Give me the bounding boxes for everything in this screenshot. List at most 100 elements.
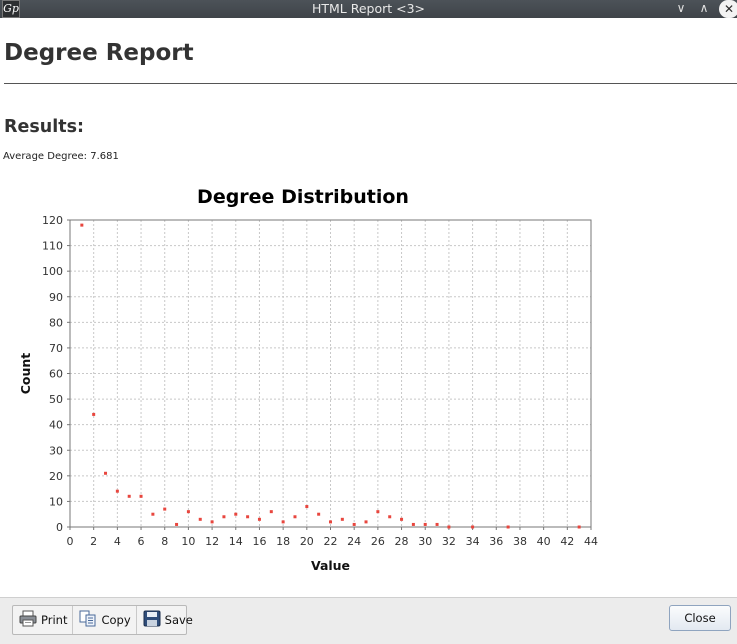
data-point <box>423 522 427 526</box>
data-point <box>269 510 273 514</box>
average-degree-label: Average Degree: <box>3 151 88 162</box>
data-point <box>127 494 131 498</box>
printer-icon <box>19 610 37 630</box>
copy-icon <box>79 610 97 630</box>
x-tick-label: 26 <box>371 535 385 548</box>
floppy-disk-icon <box>143 610 161 630</box>
report-title: Degree Report <box>4 40 194 66</box>
data-point <box>186 510 190 514</box>
print-label: Print <box>41 613 68 627</box>
data-point <box>340 517 344 521</box>
data-point <box>317 512 321 516</box>
data-point <box>198 517 202 521</box>
x-tick-label: 6 <box>138 535 145 548</box>
x-tick-label: 4 <box>114 535 121 548</box>
average-degree-value: 7.681 <box>90 151 119 162</box>
data-point <box>281 520 285 524</box>
x-tick-label: 38 <box>513 535 527 548</box>
y-tick-label: 40 <box>49 419 63 432</box>
data-point <box>115 489 119 493</box>
x-tick-label: 10 <box>181 535 195 548</box>
x-tick-label: 34 <box>466 535 480 548</box>
maximize-button[interactable]: ∧ <box>695 0 713 18</box>
x-tick-label: 22 <box>324 535 338 548</box>
chart-svg: Degree Distribution0 2 4 6 8 10 12 14 16 18 20 22 24… <box>18 186 598 573</box>
window-titlebar: Gp HTML Report <3> ∨ ∧ ✕ <box>0 0 737 18</box>
y-tick-label: 60 <box>49 368 63 381</box>
data-point <box>257 517 261 521</box>
data-point <box>329 520 332 524</box>
y-tick-label: 70 <box>49 342 63 355</box>
x-tick-label: 16 <box>252 535 266 548</box>
x-tick-label: 20 <box>300 535 314 548</box>
x-tick-label: 30 <box>418 535 432 548</box>
x-tick-label: 40 <box>537 535 551 548</box>
data-point <box>151 512 155 516</box>
x-tick-label: 0 <box>67 535 74 548</box>
x-tick-label: 32 <box>442 535 456 548</box>
x-tick-label: 14 <box>229 535 243 548</box>
y-tick-label: 50 <box>49 393 63 406</box>
average-degree-text: Average Degree: 7.681 <box>3 151 119 162</box>
data-point <box>577 525 581 529</box>
data-point <box>364 520 368 524</box>
chart-title: Degree Distribution <box>197 186 409 208</box>
data-point <box>80 223 84 227</box>
data-point <box>246 515 250 519</box>
data-point <box>506 525 510 529</box>
y-tick-label: 100 <box>42 265 63 278</box>
data-point <box>92 412 96 416</box>
copy-button[interactable]: Copy <box>73 606 137 634</box>
x-tick-label: 18 <box>276 535 290 548</box>
print-button[interactable]: Print <box>13 606 74 634</box>
data-point <box>471 525 475 529</box>
save-label: Save <box>164 613 193 627</box>
data-point <box>435 522 439 526</box>
x-tick-label: 8 <box>161 535 168 548</box>
save-button[interactable]: Save <box>137 606 198 634</box>
data-point <box>305 505 309 509</box>
y-tick-label: 30 <box>49 444 63 457</box>
y-axis-label: Count <box>18 353 33 395</box>
data-point <box>376 510 380 514</box>
data-point <box>163 507 167 511</box>
y-tick-label: 110 <box>42 240 63 253</box>
y-tick-label: 20 <box>49 470 63 483</box>
data-point <box>222 515 226 519</box>
data-point <box>234 512 238 516</box>
window-title: HTML Report <3> <box>311 1 426 16</box>
x-tick-label: 42 <box>560 535 574 548</box>
data-point <box>104 471 108 475</box>
data-point <box>139 494 143 498</box>
copy-label: Copy <box>101 613 131 627</box>
x-tick-label: 44 <box>584 535 598 548</box>
x-tick-label: 24 <box>347 535 361 548</box>
y-tick-label: 120 <box>42 214 63 227</box>
y-tick-label: 10 <box>49 495 63 508</box>
x-tick-label: 2 <box>90 535 97 548</box>
minimize-button[interactable]: ∨ <box>672 0 690 18</box>
x-axis-label: Value <box>311 558 350 573</box>
y-tick-label: 90 <box>49 291 63 304</box>
close-button[interactable]: Close <box>669 605 731 631</box>
data-point <box>210 520 214 524</box>
y-tick-label: 0 <box>56 521 63 534</box>
divider <box>4 83 737 84</box>
results-heading: Results: <box>4 117 84 137</box>
close-window-button[interactable]: ✕ <box>719 0 737 18</box>
close-icon: ✕ <box>723 2 735 16</box>
data-point <box>388 515 392 519</box>
data-point <box>447 525 451 529</box>
data-point <box>400 517 404 521</box>
x-tick-label: 36 <box>489 535 503 548</box>
x-tick-label: 12 <box>205 535 219 548</box>
degree-distribution-chart: Degree Distribution 0 2 4 6 8 10 12 14 16 18 20 22 24… <box>0 180 620 580</box>
y-tick-label: 80 <box>49 316 63 329</box>
chevron-up-icon: ∧ <box>699 1 709 15</box>
data-point <box>411 522 415 526</box>
action-button-group: Print Copy Save <box>12 605 193 635</box>
chevron-down-icon: ∨ <box>676 1 686 15</box>
data-point <box>293 515 297 519</box>
x-tick-label: 28 <box>395 535 409 548</box>
data-point <box>175 522 179 526</box>
